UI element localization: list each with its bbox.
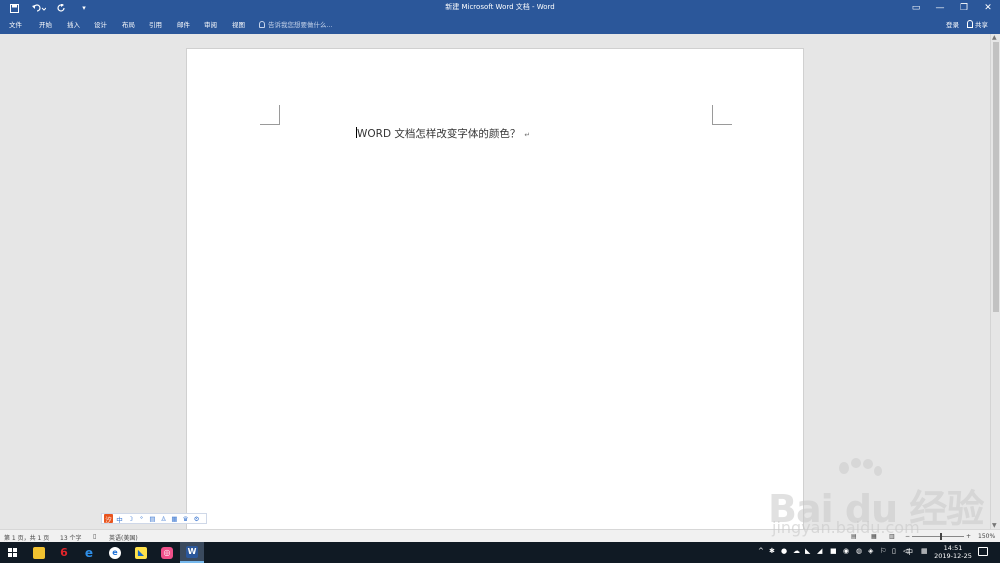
shield-icon[interactable]: ◈ bbox=[868, 547, 873, 555]
tab-references[interactable]: 引用 bbox=[149, 19, 162, 29]
notification-icon[interactable] bbox=[978, 547, 988, 556]
document-line: WORD 文档怎样改变字体的颜色？ bbox=[357, 128, 521, 140]
zoom-slider[interactable] bbox=[912, 536, 964, 537]
proofing-icon[interactable]: ▯ bbox=[93, 533, 96, 540]
share-button[interactable]: 共享 bbox=[964, 17, 998, 31]
ime-moon-icon[interactable]: ☽ bbox=[126, 514, 135, 523]
tab-review[interactable]: 审阅 bbox=[204, 19, 217, 29]
swirl-icon: 6 bbox=[60, 546, 68, 559]
input-language-icon[interactable]: 中 bbox=[906, 547, 913, 557]
title-bar: ▾ 新建 Microsoft Word 文档 - Word ▭ — ❐ ✕ bbox=[0, 0, 1000, 16]
tell-me-box[interactable]: 告诉我您想要做什么... bbox=[259, 19, 333, 29]
ime-grid-icon[interactable]: ▦ bbox=[170, 514, 179, 523]
window-title: 新建 Microsoft Word 文档 - Word bbox=[445, 3, 555, 11]
ribbon-display-options-icon[interactable]: ▭ bbox=[904, 0, 928, 16]
paragraph-mark-icon: ↵ bbox=[524, 131, 531, 139]
ime-user-icon[interactable]: ♙ bbox=[159, 514, 168, 523]
folder-icon bbox=[33, 546, 45, 559]
tab-layout[interactable]: 布局 bbox=[122, 19, 135, 29]
tray-app-icon-3[interactable]: ■ bbox=[830, 547, 837, 555]
system-clock[interactable]: 14:51 2019-12-25 bbox=[934, 544, 972, 560]
zoom-in-button[interactable]: + bbox=[966, 533, 971, 540]
word-count-status[interactable]: 13 个字 bbox=[60, 533, 82, 542]
person-icon bbox=[967, 20, 973, 28]
scroll-up-icon[interactable]: ▲ bbox=[992, 34, 997, 41]
app-tile-icon: ◣ bbox=[135, 546, 147, 559]
taskbar-browser[interactable]: e bbox=[103, 542, 127, 563]
document-page[interactable]: WORD 文档怎样改变字体的颜色？ ↵ bbox=[186, 48, 804, 538]
ime-chinese-mode-icon[interactable]: 中 bbox=[115, 514, 124, 524]
print-layout-icon[interactable]: ▦ bbox=[871, 533, 877, 540]
vertical-scrollbar[interactable]: ▲ ▼ bbox=[990, 34, 1000, 529]
taskbar: 6 e e ◣ ◎ W ^ ✱ ● ☁ ◣ ◢ ■ ◉ ◍ ◈ ⚐ ▯ ◁ 中 … bbox=[0, 542, 1000, 563]
lightbulb-icon bbox=[259, 20, 265, 28]
ime-punctuation-icon[interactable]: ° bbox=[137, 514, 146, 523]
tab-home[interactable]: 开始 bbox=[39, 19, 52, 29]
edge-icon: e bbox=[84, 545, 94, 560]
margin-corner-top-right bbox=[712, 105, 732, 125]
minimize-button[interactable]: — bbox=[928, 0, 952, 16]
word-icon: W bbox=[186, 545, 198, 558]
taskbar-app-yellow[interactable]: ◣ bbox=[129, 542, 153, 563]
input-mode-icon[interactable]: ▦ bbox=[921, 547, 928, 555]
tab-view[interactable]: 视图 bbox=[232, 19, 245, 29]
read-mode-icon[interactable]: ▤ bbox=[851, 533, 857, 540]
close-button[interactable]: ✕ bbox=[976, 0, 1000, 16]
ime-keyboard-icon[interactable]: ▤ bbox=[148, 514, 157, 523]
tray-app-icon-4[interactable]: ◉ bbox=[843, 547, 849, 555]
clock-time: 14:51 bbox=[943, 544, 963, 552]
ime-toolbar: 汐 中 ☽ ° ▤ ♙ ▦ ♛ ⚙ bbox=[101, 513, 207, 524]
battery-icon[interactable]: ▯ bbox=[892, 547, 896, 555]
ribbon-tabs: 文件 开始 插入 设计 布局 引用 邮件 审阅 视图 告诉我您想要做什么... … bbox=[0, 16, 1000, 34]
sign-in-link[interactable]: 登录 bbox=[946, 19, 959, 29]
taskbar-app-red[interactable]: 6 bbox=[52, 542, 76, 563]
document-area: WORD 文档怎样改变字体的颜色？ ↵ bbox=[0, 34, 990, 538]
ime-skin-icon[interactable]: ♛ bbox=[181, 514, 190, 523]
taskbar-word[interactable]: W bbox=[180, 542, 204, 563]
status-bar: 第 1 页，共 1 页 13 个字 ▯ 英语(美国) ▤ ▦ ▥ − + 150… bbox=[0, 529, 1000, 542]
ime-settings-icon[interactable]: ⚙ bbox=[192, 514, 201, 523]
start-button[interactable] bbox=[0, 542, 24, 563]
margin-corner-top-left bbox=[260, 105, 280, 125]
network-icon[interactable]: ⚐ bbox=[880, 547, 886, 555]
scrollbar-thumb[interactable] bbox=[993, 42, 999, 312]
browser-icon: e bbox=[109, 546, 121, 559]
document-body-text[interactable]: WORD 文档怎样改变字体的颜色？ ↵ bbox=[356, 126, 530, 141]
scroll-down-icon[interactable]: ▼ bbox=[992, 522, 997, 529]
tell-me-placeholder: 告诉我您想要做什么... bbox=[268, 21, 333, 29]
wechat-icon[interactable]: ● bbox=[781, 547, 787, 555]
language-status[interactable]: 英语(美国) bbox=[109, 533, 138, 542]
taskbar-file-explorer[interactable] bbox=[27, 542, 51, 563]
tab-mailings[interactable]: 邮件 bbox=[177, 19, 190, 29]
taskbar-edge[interactable]: e bbox=[77, 542, 101, 563]
clock-date: 2019-12-25 bbox=[934, 552, 972, 560]
windows-logo-icon bbox=[7, 548, 17, 557]
ime-logo-icon[interactable]: 汐 bbox=[104, 514, 113, 524]
web-layout-icon[interactable]: ▥ bbox=[889, 533, 895, 540]
tray-overflow-icon[interactable]: ^ bbox=[758, 547, 764, 555]
tray-app-icon-2[interactable]: ◢ bbox=[817, 547, 822, 555]
tab-insert[interactable]: 插入 bbox=[67, 19, 80, 29]
tray-app-icon-1[interactable]: ◣ bbox=[805, 547, 810, 555]
bluetooth-icon[interactable]: ✱ bbox=[769, 547, 775, 555]
taskbar-app-pink[interactable]: ◎ bbox=[155, 542, 179, 563]
share-label: 共享 bbox=[975, 21, 988, 29]
zoom-out-button[interactable]: − bbox=[905, 533, 910, 540]
zoom-slider-knob[interactable] bbox=[940, 533, 942, 540]
zoom-level[interactable]: 150% bbox=[978, 533, 995, 540]
restore-button[interactable]: ❐ bbox=[952, 0, 976, 16]
tab-file[interactable]: 文件 bbox=[9, 19, 22, 29]
page-count-status[interactable]: 第 1 页，共 1 页 bbox=[4, 533, 49, 542]
tray-app-icon-5[interactable]: ◍ bbox=[856, 547, 862, 555]
tab-design[interactable]: 设计 bbox=[94, 19, 107, 29]
cloud-icon[interactable]: ☁ bbox=[793, 547, 800, 555]
camera-icon: ◎ bbox=[161, 546, 173, 559]
